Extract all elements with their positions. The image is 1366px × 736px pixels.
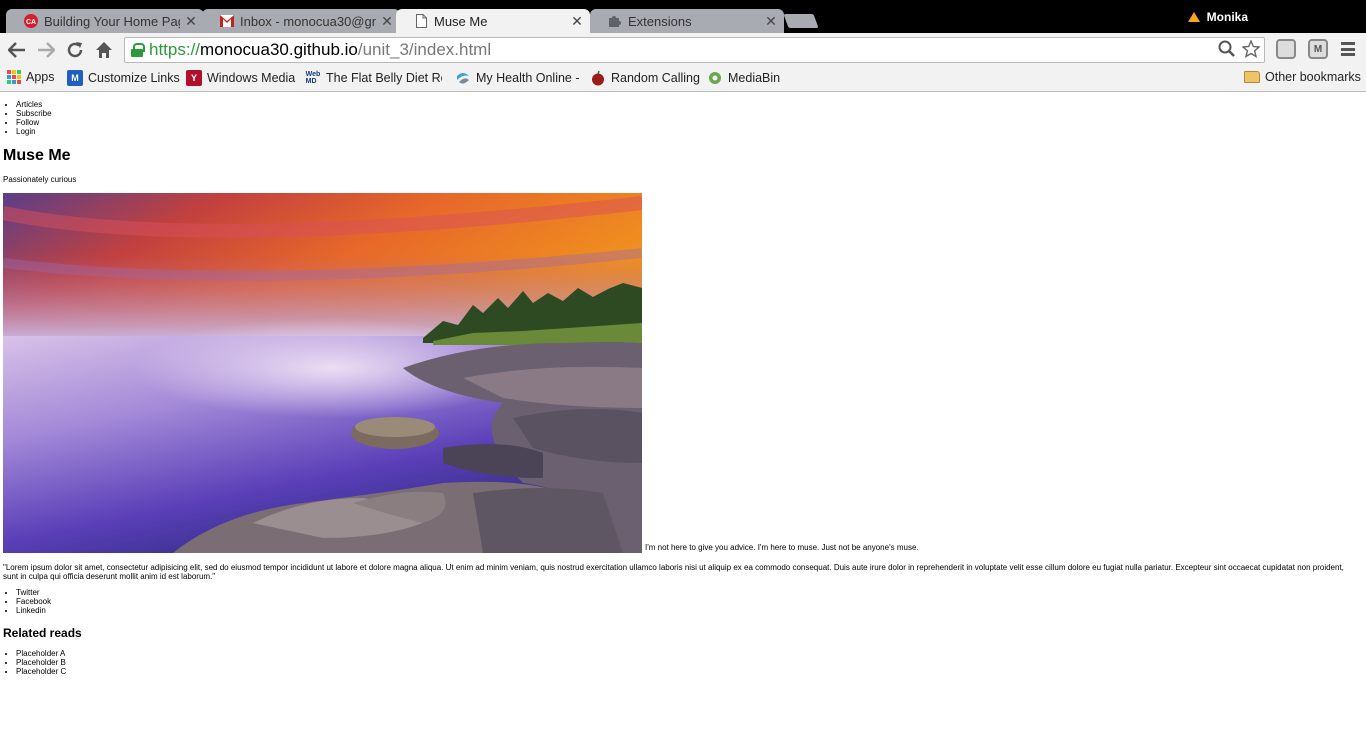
profile-name: Monika [1206,10,1248,24]
tab-building-home-page[interactable]: CA Building Your Home Page ✕ [6,9,204,33]
windows-media-icon: Y [186,70,202,86]
arrow-right-icon [38,42,55,58]
bookmark-label: Random Calling [611,71,700,85]
hero-caption: I'm not here to give you advice. I'm her… [645,543,919,552]
lorem-paragraph: "Lorem ipsum dolor sit amet, consectetur… [3,563,1344,581]
related-reads-heading: Related reads [3,626,82,640]
nav-item-follow[interactable]: Follow [16,118,52,127]
bookmark-label: My Health Online - [476,71,580,85]
m-logo-icon: M [67,70,83,86]
page-content: Articles Subscribe Follow Login Muse Me … [0,93,1366,736]
url-host: monocua30.github.io [200,40,358,59]
hero-image [3,193,642,553]
bookmark-flat-belly[interactable]: Web MD The Flat Belly Diet Rev [305,70,442,86]
webmd-icon: Web MD [305,71,321,85]
health-icon [455,70,471,86]
tab-title: Extensions [628,13,692,29]
home-icon [96,42,112,58]
close-icon[interactable]: ✕ [184,13,198,30]
arrow-left-icon [8,42,25,58]
zoom-icon[interactable] [1218,40,1236,63]
bookmark-customize-links[interactable]: M Customize Links [67,70,180,86]
reload-button[interactable] [64,39,86,61]
browser-toolbar: https://monocua30.github.io/unit_3/index… [0,33,1366,66]
bookmark-windows-media[interactable]: Y Windows Media [186,70,295,86]
tagline: Passionately curious [3,175,77,184]
site-nav: Articles Subscribe Follow Login [3,100,52,136]
address-bar[interactable]: https://monocua30.github.io/unit_3/index… [124,37,1265,63]
related-item-c[interactable]: Placeholder C [16,667,66,676]
codecademy-icon: CA [24,14,38,28]
warning-icon [1187,12,1200,22]
related-item-a[interactable]: Placeholder A [16,649,66,658]
bookmark-mediabin[interactable]: MediaBin [707,70,780,86]
url-scheme: https:// [149,40,201,59]
page-icon [414,14,428,28]
close-icon[interactable]: ✕ [380,13,394,30]
apps-grid-icon [7,70,21,84]
tab-title: Inbox - monocua30@gma [240,13,376,29]
bookmark-label: Windows Media [207,71,296,85]
tab-strip: CA Building Your Home Page ✕ Inbox - mon… [0,0,1366,33]
tab-extensions[interactable]: Extensions ✕ [590,9,784,33]
bookmark-my-health[interactable]: My Health Online - [455,70,580,86]
svg-text:CA: CA [26,19,36,26]
extension-m-icon[interactable]: M [1308,39,1328,59]
close-icon[interactable]: ✕ [570,13,584,30]
social-link-linkedin[interactable]: Linkedin [16,606,51,615]
social-link-facebook[interactable]: Facebook [16,597,51,606]
url-path: /unit_3/index.html [357,40,492,59]
reload-icon [67,42,83,58]
page-title: Muse Me [3,147,71,164]
mediabin-icon [707,70,723,86]
nav-item-subscribe[interactable]: Subscribe [16,109,52,118]
other-bookmarks-label: Other bookmarks [1265,70,1361,84]
tab-inbox[interactable]: Inbox - monocua30@gma ✕ [202,9,400,33]
bookmark-star-icon[interactable] [1241,39,1261,63]
apple-icon [590,70,606,86]
nav-item-articles[interactable]: Articles [16,100,52,109]
home-button[interactable] [93,39,115,61]
tab-muse-me[interactable]: Muse Me ✕ [396,9,590,33]
social-link-twitter[interactable]: Twitter [16,588,51,597]
puzzle-icon [608,14,622,28]
bookmarks-bar: Apps M Customize Links Y Windows Media W… [0,66,1366,92]
profile-button[interactable]: Monika [1187,10,1248,24]
nav-item-login[interactable]: Login [16,127,52,136]
lock-icon [131,43,145,57]
menu-icon[interactable] [1341,42,1355,56]
related-reads-list: Placeholder A Placeholder B Placeholder … [3,649,66,676]
close-icon[interactable]: ✕ [764,13,778,30]
hero-section: I'm not here to give you advice. I'm her… [3,193,919,553]
tab-title: Building Your Home Page [44,13,180,29]
related-item-b[interactable]: Placeholder B [16,658,66,667]
back-button[interactable] [6,39,28,61]
new-tab-button[interactable] [783,14,819,28]
extension-shield-icon[interactable] [1276,39,1296,59]
folder-icon [1244,71,1260,83]
forward-button[interactable] [35,39,57,61]
bookmark-random-calling[interactable]: Random Calling [590,70,700,86]
bookmark-apps[interactable]: Apps [7,70,55,84]
social-links: Twitter Facebook Linkedin [3,588,51,615]
tab-title: Muse Me [434,13,488,29]
bookmark-label: Customize Links [88,71,180,85]
other-bookmarks[interactable]: Other bookmarks [1244,70,1361,84]
bookmark-label: The Flat Belly Diet Rev [326,71,442,85]
bookmark-label: Apps [26,70,55,84]
bookmark-label: MediaBin [728,71,781,85]
gmail-icon [220,14,234,28]
